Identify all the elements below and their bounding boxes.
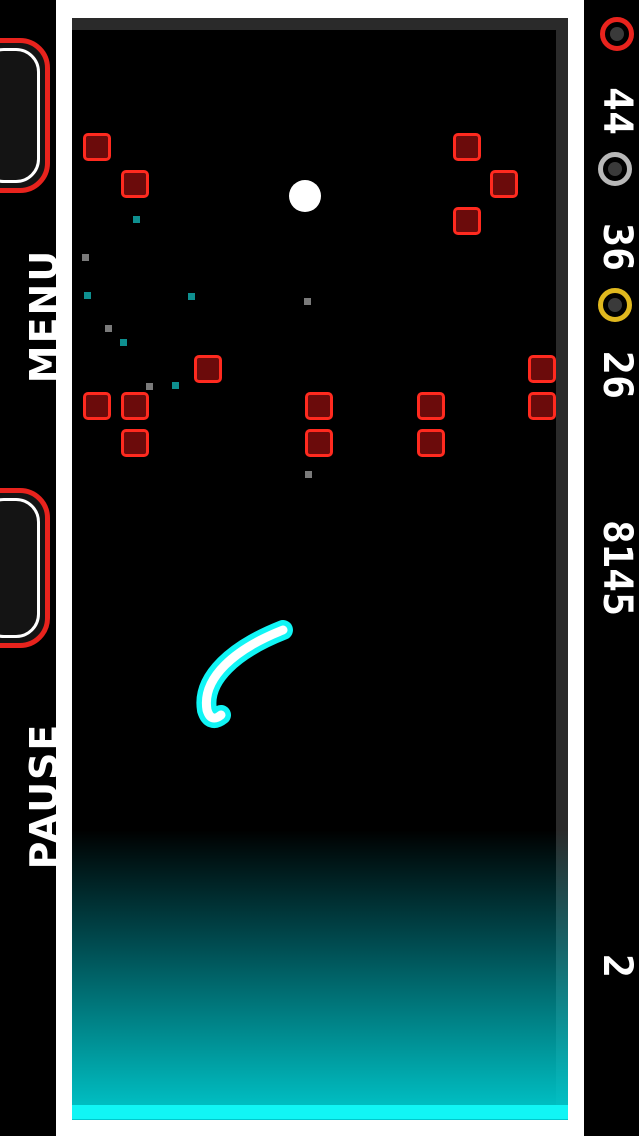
gold-ring-icon bbox=[598, 288, 632, 322]
silver-ring-icon bbox=[598, 152, 632, 186]
particle bbox=[133, 216, 140, 223]
brick bbox=[453, 133, 481, 161]
pause-button[interactable] bbox=[0, 488, 50, 648]
red-ring-count: 44 bbox=[594, 86, 639, 136]
brick bbox=[194, 355, 222, 383]
brick bbox=[417, 392, 445, 420]
brick bbox=[490, 170, 518, 198]
brick bbox=[305, 429, 333, 457]
particle bbox=[305, 471, 312, 478]
particle bbox=[84, 292, 91, 299]
playfield-top-wall bbox=[72, 18, 568, 30]
bottom-glow bbox=[72, 830, 568, 1120]
particle bbox=[105, 325, 112, 332]
ball bbox=[289, 180, 321, 212]
particle bbox=[172, 382, 179, 389]
paddle-rail bbox=[72, 1105, 568, 1119]
brick bbox=[121, 392, 149, 420]
brick bbox=[83, 392, 111, 420]
gold-ring-count: 26 bbox=[594, 350, 639, 400]
score-value: 8145 bbox=[594, 519, 639, 617]
particle bbox=[146, 383, 153, 390]
particle bbox=[188, 293, 195, 300]
silver-ring-count: 36 bbox=[594, 222, 639, 272]
brick bbox=[528, 355, 556, 383]
particle bbox=[82, 254, 89, 261]
brick bbox=[121, 429, 149, 457]
red-ring-icon bbox=[600, 17, 634, 51]
brick bbox=[305, 392, 333, 420]
brick bbox=[528, 392, 556, 420]
brick bbox=[453, 207, 481, 235]
brick bbox=[121, 170, 149, 198]
menu-button[interactable] bbox=[0, 38, 50, 193]
brick bbox=[417, 429, 445, 457]
level-number: 2 bbox=[594, 953, 639, 979]
particle bbox=[304, 298, 311, 305]
paddle[interactable] bbox=[185, 605, 305, 740]
brick bbox=[83, 133, 111, 161]
particle bbox=[120, 339, 127, 346]
